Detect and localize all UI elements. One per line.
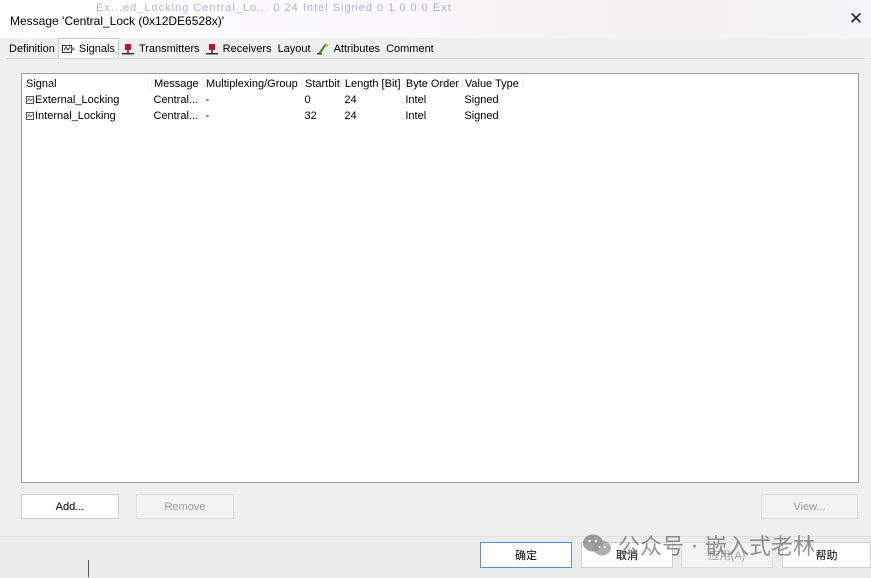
value-type-cell: Signed [464, 110, 499, 122]
signal-icon [26, 96, 34, 105]
message-cell: Central... [153, 94, 199, 106]
tab-signals[interactable]: Signals [57, 38, 119, 59]
remove-button[interactable]: Remove [136, 494, 234, 519]
table-row[interactable]: Internal_Locking Central... - 32 24 Inte… [24, 108, 523, 124]
tab-definition[interactable]: Definition [6, 40, 58, 58]
window-title: Message 'Central_Lock (0x12DE6528x)' [10, 14, 225, 28]
tab-label: Signals [78, 43, 115, 55]
close-icon: ✕ [848, 9, 864, 28]
signal-name: External_Locking [35, 94, 120, 106]
ok-button[interactable]: 确定 [480, 542, 572, 568]
table-header-row: Signal Message Multiplexing/Group Startb… [24, 76, 524, 92]
background-window-hint: Ex...ed_Locking Central_Lo... 0 24 Intel… [96, 2, 452, 14]
byte-order-cell: Intel [405, 94, 427, 106]
column-header-value-type[interactable]: Value Type [462, 76, 524, 92]
length-cell: 24 [344, 94, 357, 106]
signals-panel: Signal Message Multiplexing/Group Startb… [6, 58, 866, 537]
signals-list[interactable]: Signal Message Multiplexing/Group Startb… [21, 73, 859, 483]
close-button[interactable]: ✕ [847, 10, 865, 28]
signal-icon [26, 112, 34, 121]
tab-label: Attributes [333, 43, 381, 55]
multiplexing-cell: - [205, 110, 210, 122]
signals-table: Signal Message Multiplexing/Group Startb… [24, 76, 524, 124]
column-header-length[interactable]: Length [Bit] [342, 76, 404, 92]
tab-comment[interactable]: Comment [383, 40, 437, 58]
tab-label: Comment [386, 43, 434, 55]
column-header-message[interactable]: Message [151, 76, 204, 92]
watermark: 公众号 · 嵌入式老林 [582, 529, 815, 561]
signal-cell: Internal_Locking [24, 108, 152, 124]
column-header-startbit[interactable]: Startbit [302, 76, 343, 92]
tab-label: Receivers [222, 43, 272, 55]
length-cell: 24 [344, 110, 357, 122]
signal-cell: External_Locking [24, 92, 152, 108]
watermark-text: 公众号 · 嵌入式老林 [618, 535, 815, 560]
column-header-signal[interactable]: Signal [24, 76, 152, 92]
value-type-cell: Signed [464, 94, 499, 106]
startbit-cell: 0 [304, 94, 311, 106]
table-row[interactable]: External_Locking Central... - 0 24 Intel… [24, 92, 523, 108]
receiver-icon [205, 44, 218, 55]
signal-name: Internal_Locking [35, 110, 116, 122]
tab-strip: Definition Signals Transmitters Receiver… [6, 38, 437, 59]
view-button[interactable]: View... [761, 494, 858, 519]
byte-order-cell: Intel [405, 110, 427, 122]
add-button[interactable]: Add... [21, 494, 119, 519]
tab-receivers[interactable]: Receivers [203, 40, 275, 58]
signal-icon [61, 45, 75, 53]
tab-transmitters[interactable]: Transmitters [119, 40, 203, 58]
tab-attributes[interactable]: Attributes [314, 40, 383, 58]
transmitter-icon [121, 44, 134, 55]
column-header-byte-order[interactable]: Byte Order [403, 76, 463, 92]
tab-layout[interactable]: Layout [275, 40, 314, 58]
wechat-icon [583, 534, 611, 556]
title-bar: Ex...ed_Locking Central_Lo... 0 24 Intel… [0, 0, 871, 38]
tab-label: Transmitters [138, 43, 200, 55]
tab-label: Definition [9, 43, 55, 55]
background-window-edge [88, 560, 89, 577]
tab-label: Layout [277, 43, 311, 55]
multiplexing-cell: - [205, 94, 210, 106]
message-cell: Central... [153, 110, 199, 122]
column-header-multiplexing[interactable]: Multiplexing/Group [203, 76, 303, 92]
startbit-cell: 32 [304, 110, 317, 122]
attributes-icon [316, 43, 329, 55]
